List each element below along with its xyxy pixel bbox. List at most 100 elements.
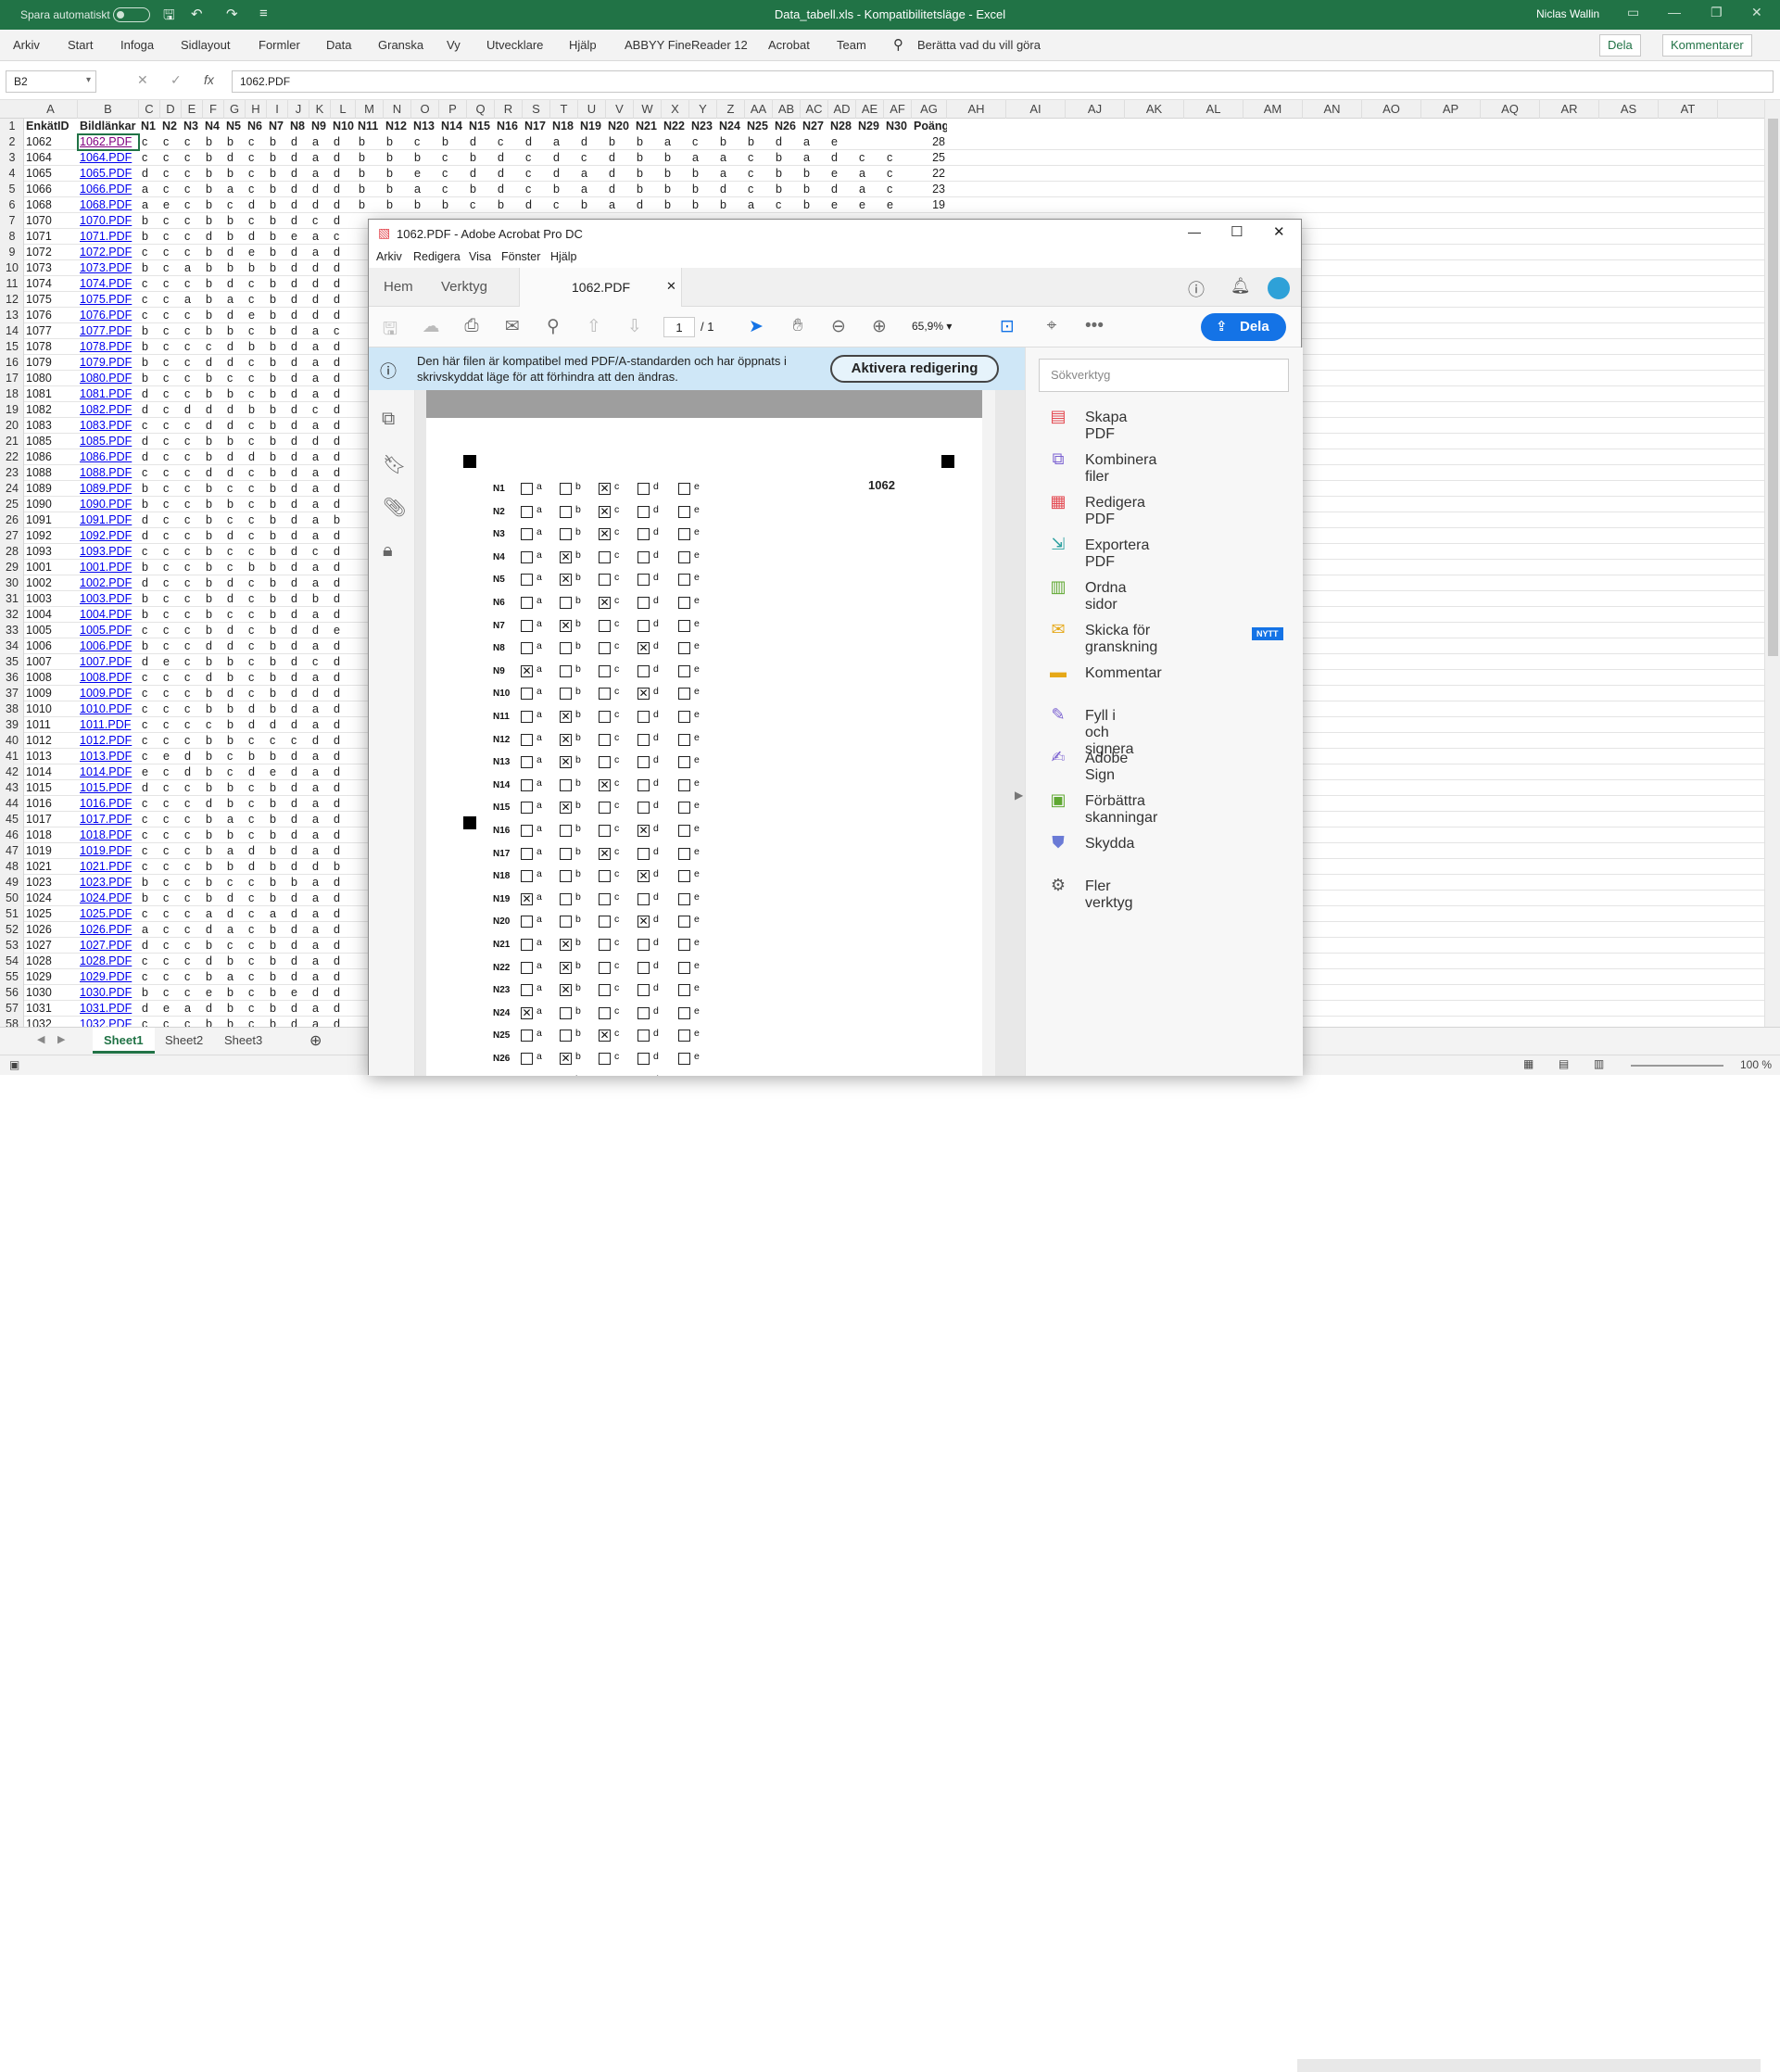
- cell-id[interactable]: 1005: [26, 623, 78, 638]
- cell-link[interactable]: 1017.PDF: [80, 812, 139, 828]
- cell-answer[interactable]: b: [206, 828, 224, 843]
- cell-answer[interactable]: c: [163, 638, 182, 654]
- cell-answer[interactable]: d: [831, 150, 856, 166]
- cell-answer[interactable]: d: [470, 166, 495, 182]
- cell-answer[interactable]: b: [270, 544, 288, 560]
- cell-answer[interactable]: b: [227, 134, 246, 150]
- cell-answer[interactable]: b: [248, 260, 267, 276]
- cell-answer[interactable]: d: [142, 386, 160, 402]
- cell-answer[interactable]: a: [312, 339, 331, 355]
- cell-answer[interactable]: a: [312, 891, 331, 906]
- cell-answer[interactable]: d: [334, 260, 356, 276]
- cell-answer[interactable]: d: [334, 764, 356, 780]
- cell-answer[interactable]: c: [163, 701, 182, 717]
- column-header-f[interactable]: F: [203, 100, 224, 119]
- cell-answer[interactable]: b: [206, 213, 224, 229]
- tool-search-input[interactable]: Sökverktyg: [1039, 359, 1289, 392]
- cell-answer[interactable]: d: [334, 544, 356, 560]
- cell-answer[interactable]: e: [291, 985, 309, 1001]
- cell-answer[interactable]: d: [291, 260, 309, 276]
- cell-answer[interactable]: c: [163, 323, 182, 339]
- name-box[interactable]: B2: [6, 70, 96, 93]
- cell-answer[interactable]: d: [312, 182, 331, 197]
- column-header-ai[interactable]: AI: [1006, 100, 1066, 119]
- cell-answer[interactable]: b: [270, 607, 288, 623]
- cell-answer[interactable]: c: [163, 371, 182, 386]
- cell-answer[interactable]: d: [291, 670, 309, 686]
- cell-answer[interactable]: b: [470, 182, 495, 197]
- cell-id[interactable]: 1016: [26, 796, 78, 812]
- print-icon[interactable]: ⎙: [460, 316, 484, 336]
- column-header-u[interactable]: U: [578, 100, 606, 119]
- cell-answer[interactable]: d: [334, 701, 356, 717]
- cell-answer[interactable]: c: [184, 434, 203, 449]
- cell-answer[interactable]: d: [206, 638, 224, 654]
- cell-answer[interactable]: c: [163, 292, 182, 308]
- cell-answer[interactable]: b: [270, 560, 288, 575]
- cell-link[interactable]: 1005.PDF: [80, 623, 139, 638]
- cell-id[interactable]: 1013: [26, 749, 78, 764]
- header-cell[interactable]: N29: [858, 119, 884, 134]
- cell-answer[interactable]: d: [720, 182, 745, 197]
- cell-answer[interactable]: d: [334, 812, 356, 828]
- cell-answer[interactable]: c: [142, 623, 160, 638]
- cell-answer[interactable]: c: [227, 481, 246, 497]
- ribbon-display-icon[interactable]: ▭: [1627, 5, 1639, 20]
- cell-answer[interactable]: c: [184, 686, 203, 701]
- cell-answer[interactable]: b: [442, 134, 467, 150]
- cell-answer[interactable]: a: [312, 575, 331, 591]
- cell-answer[interactable]: c: [248, 985, 267, 1001]
- cell-id[interactable]: 1070: [26, 213, 78, 229]
- cell-answer[interactable]: d: [312, 276, 331, 292]
- cell-answer[interactable]: c: [163, 686, 182, 701]
- cell-link[interactable]: 1086.PDF: [80, 449, 139, 465]
- cell-answer[interactable]: b: [227, 717, 246, 733]
- header-cell[interactable]: N11: [358, 119, 384, 134]
- cell-answer[interactable]: d: [248, 717, 267, 733]
- column-header-o[interactable]: O: [411, 100, 439, 119]
- cell-answer[interactable]: d: [291, 686, 309, 701]
- cell-answer[interactable]: a: [312, 134, 331, 150]
- cell-answer[interactable]: c: [163, 796, 182, 812]
- cell-answer[interactable]: b: [206, 371, 224, 386]
- cell-answer[interactable]: b: [206, 150, 224, 166]
- cell-answer[interactable]: b: [227, 260, 246, 276]
- cell-answer[interactable]: d: [553, 150, 578, 166]
- cell-answer[interactable]: b: [270, 749, 288, 764]
- cell-answer[interactable]: b: [206, 308, 224, 323]
- column-header-ar[interactable]: AR: [1540, 100, 1599, 119]
- zoom-select[interactable]: 65,9% ▾: [906, 317, 973, 337]
- cell-answer[interactable]: b: [142, 638, 160, 654]
- cell-link[interactable]: 1093.PDF: [80, 544, 139, 560]
- close-icon[interactable]: ✕: [1273, 223, 1285, 240]
- cell-answer[interactable]: c: [142, 812, 160, 828]
- column-header-ap[interactable]: AP: [1421, 100, 1481, 119]
- cell-answer[interactable]: b: [248, 560, 267, 575]
- cell-answer[interactable]: c: [248, 954, 267, 969]
- menu-utvecklare[interactable]: Utvecklare: [486, 38, 543, 52]
- cell-answer[interactable]: d: [291, 528, 309, 544]
- cell-answer[interactable]: c: [163, 150, 182, 166]
- cell-answer[interactable]: c: [184, 654, 203, 670]
- cell-link[interactable]: 1088.PDF: [80, 465, 139, 481]
- cell-id[interactable]: 1003: [26, 591, 78, 607]
- cell-id[interactable]: 1006: [26, 638, 78, 654]
- cell-id[interactable]: 1064: [26, 150, 78, 166]
- cell-answer[interactable]: d: [334, 591, 356, 607]
- add-sheet-icon[interactable]: ⊕: [298, 1026, 333, 1052]
- cell-answer[interactable]: c: [184, 418, 203, 434]
- cell-answer[interactable]: d: [334, 686, 356, 701]
- cell-answer[interactable]: b: [359, 150, 384, 166]
- cell-answer[interactable]: c: [184, 560, 203, 575]
- cell-answer[interactable]: c: [248, 670, 267, 686]
- cell-id[interactable]: 1092: [26, 528, 78, 544]
- cell-answer[interactable]: a: [312, 528, 331, 544]
- cell-answer[interactable]: a: [227, 812, 246, 828]
- cell-answer[interactable]: d: [312, 859, 331, 875]
- cell-answer[interactable]: c: [163, 717, 182, 733]
- cell-answer[interactable]: d: [248, 843, 267, 859]
- cell-answer[interactable]: a: [553, 134, 578, 150]
- menu-formler[interactable]: Formler: [259, 38, 300, 52]
- column-header-al[interactable]: AL: [1184, 100, 1243, 119]
- cell-answer[interactable]: b: [776, 166, 801, 182]
